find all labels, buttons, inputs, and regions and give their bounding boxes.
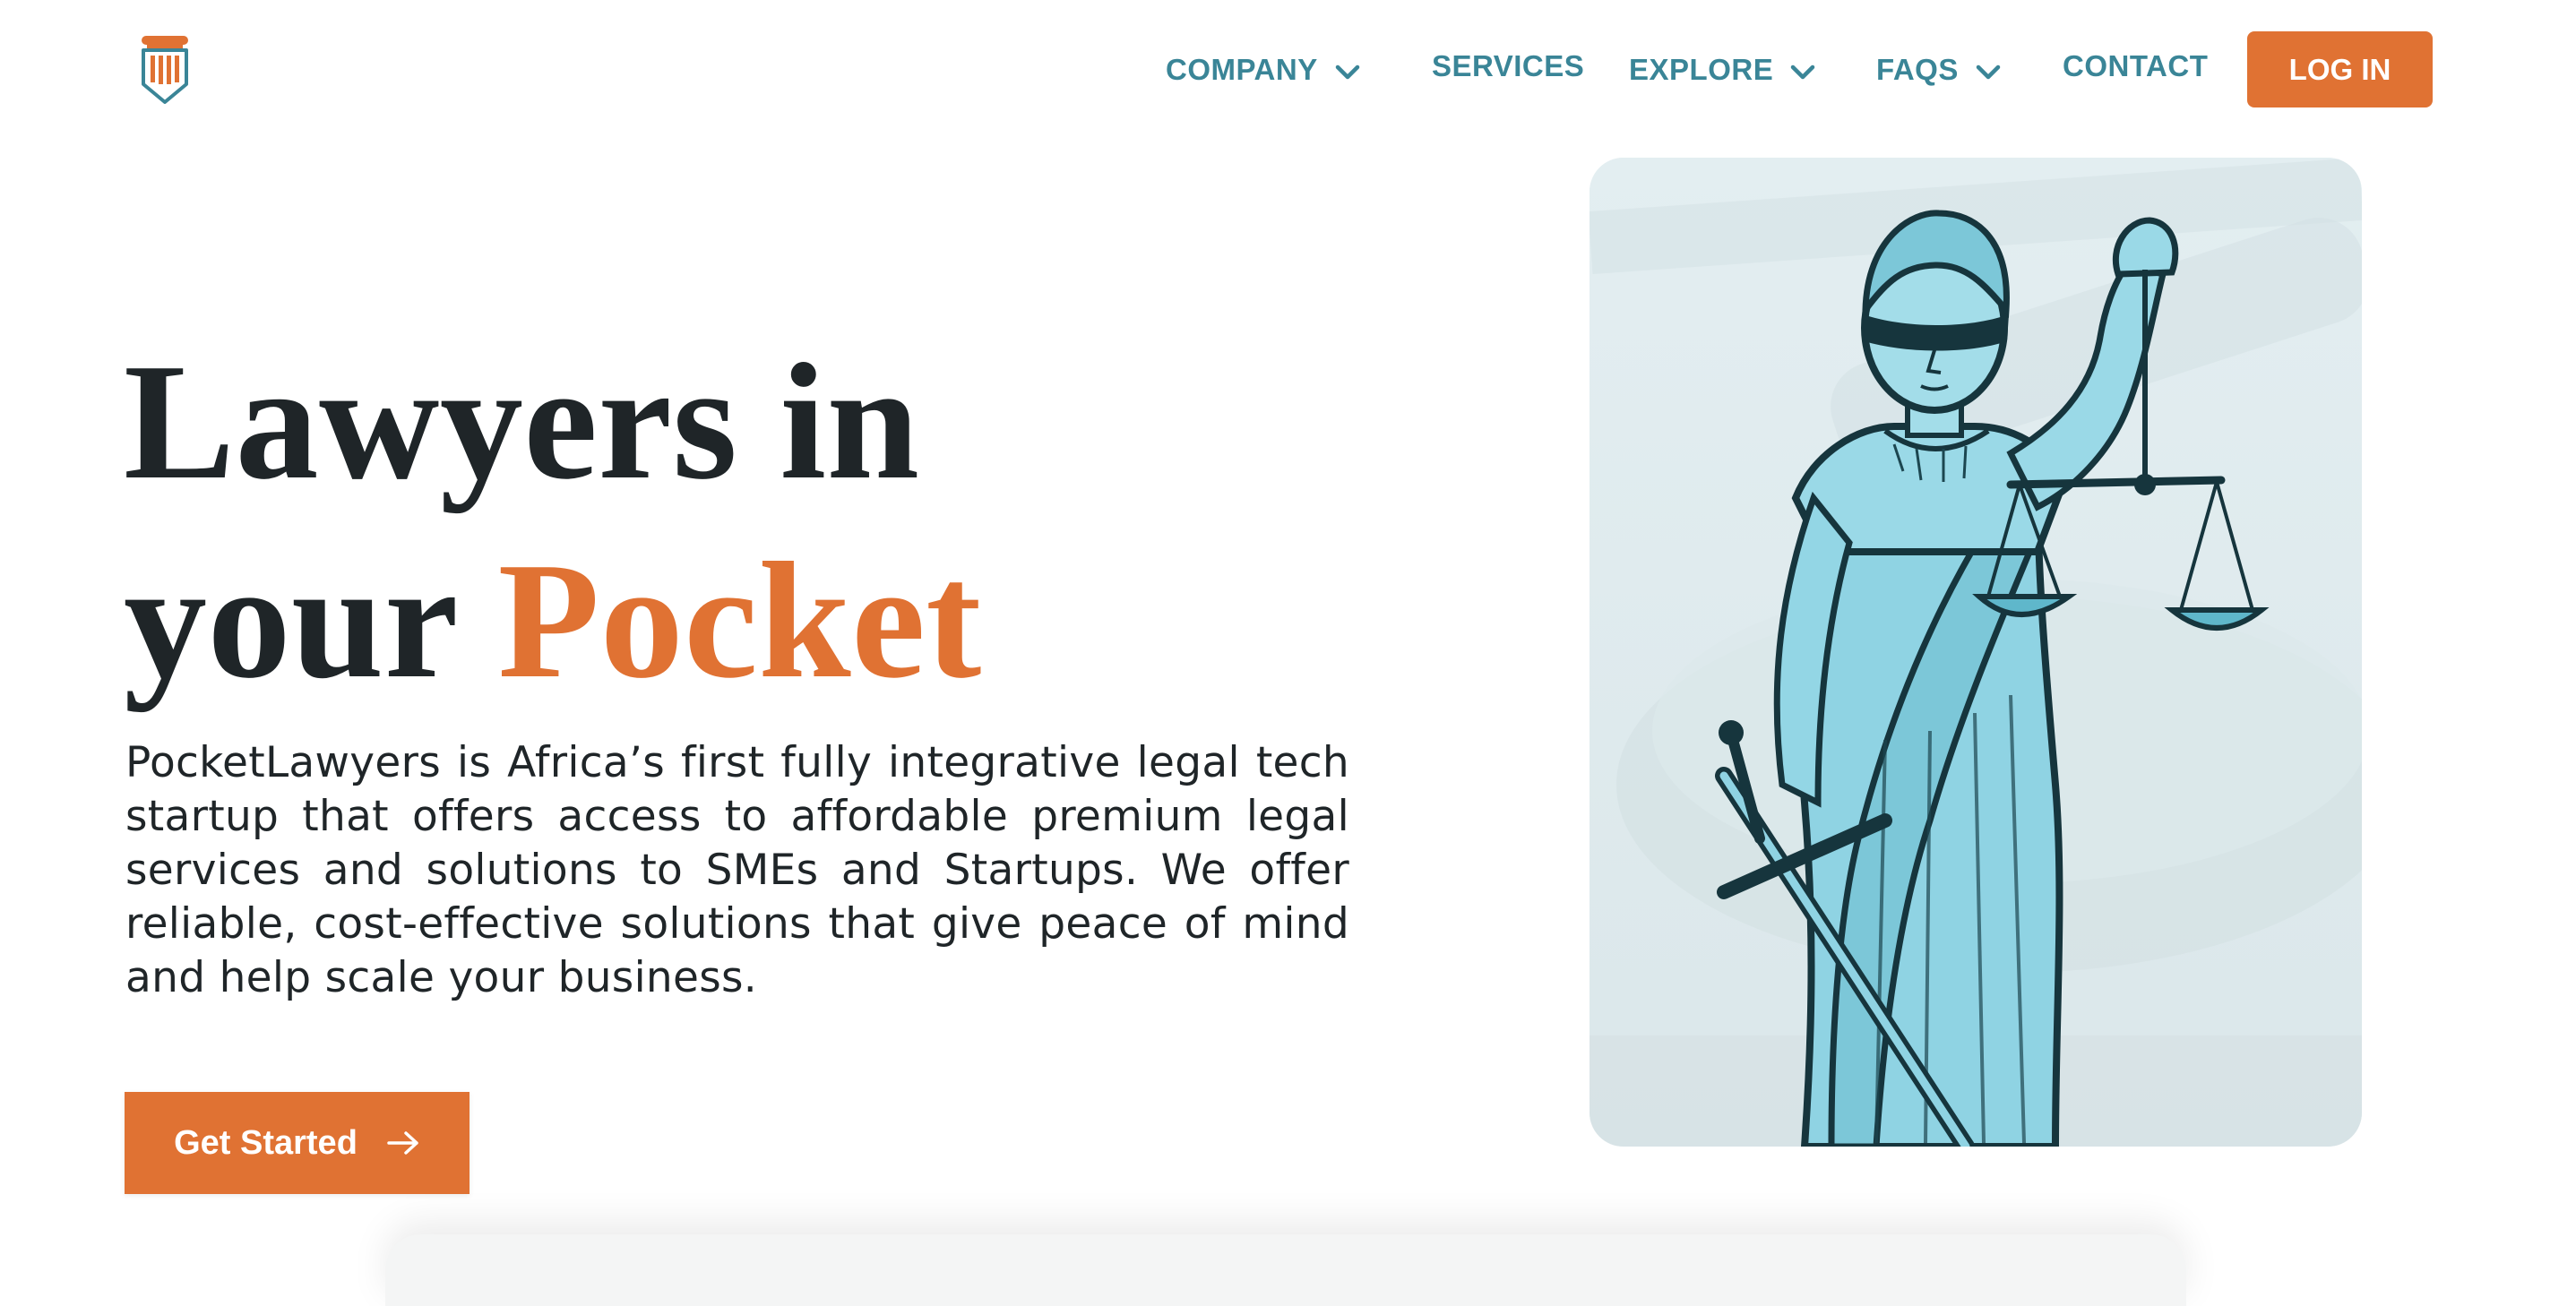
next-section-edge	[385, 1234, 2186, 1306]
get-started-label: Get Started	[174, 1123, 358, 1162]
nav-services-label: SERVICES	[1432, 49, 1585, 82]
login-button[interactable]: LOG IN	[2247, 31, 2433, 107]
nav-faqs[interactable]: FAQS	[1876, 31, 2002, 108]
nav-company-label: COMPANY	[1166, 53, 1318, 86]
nav-faqs-label: FAQS	[1876, 53, 1959, 86]
chevron-down-icon	[1976, 64, 2001, 80]
hero-title-plain: your	[124, 528, 456, 713]
hero-title: Lawyers in your Pocket	[124, 322, 982, 720]
get-started-button[interactable]: Get Started	[125, 1092, 470, 1194]
hero-title-line2: your Pocket	[124, 521, 982, 720]
lady-justice-image	[1590, 158, 2362, 1147]
nav-explore[interactable]: EXPLORE	[1629, 31, 1816, 108]
hero-description: PocketLawyers is Africa’s first fully in…	[125, 738, 1349, 1002]
hero-title-accent: Pocket	[497, 528, 982, 713]
nav-services[interactable]: SERVICES	[1432, 28, 1584, 105]
nav-contact-label: CONTACT	[2063, 49, 2209, 82]
hero-title-line1: Lawyers in	[124, 330, 920, 514]
nav-explore-label: EXPLORE	[1629, 53, 1774, 86]
nav-contact[interactable]: CONTACT	[2063, 28, 2208, 105]
chevron-down-icon	[1335, 64, 1359, 80]
nav-company[interactable]: COMPANY	[1166, 31, 1361, 108]
chevron-down-icon	[1790, 64, 1815, 80]
main-nav: COMPANY SERVICES EXPLORE FAQS CONTACT	[0, 31, 2576, 108]
arrow-right-icon	[387, 1131, 418, 1155]
lady-justice-illustration	[1590, 158, 2362, 1147]
